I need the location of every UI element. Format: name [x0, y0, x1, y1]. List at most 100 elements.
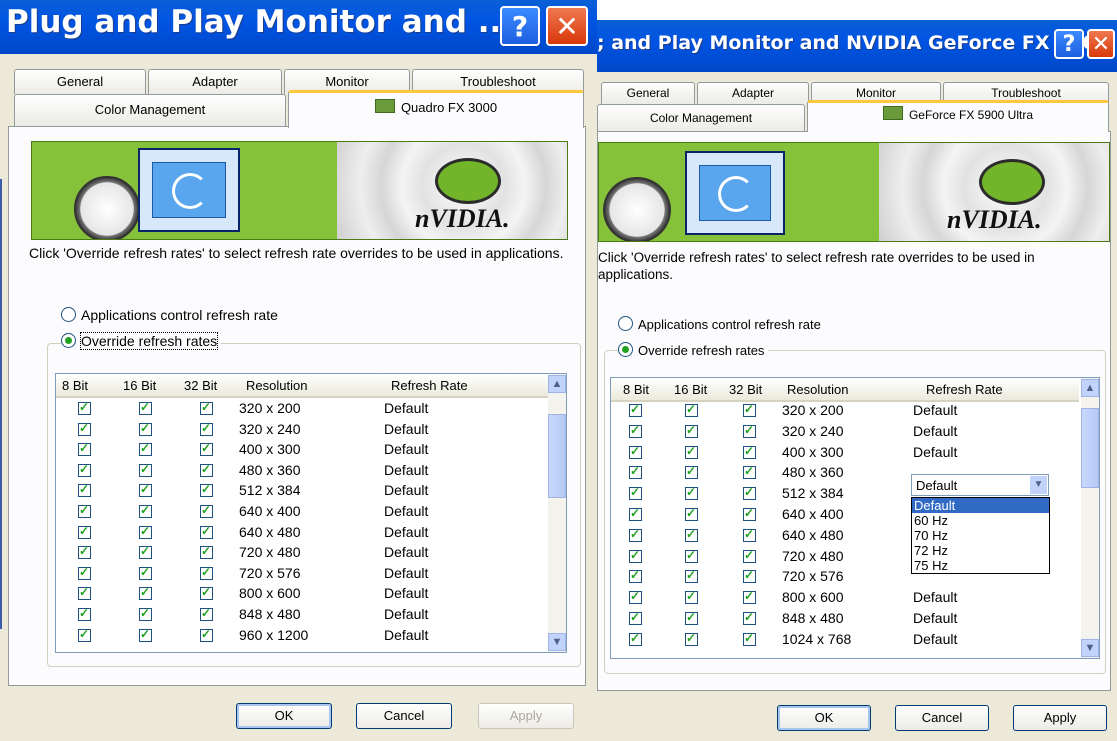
checkbox-8bit[interactable] [629, 464, 642, 480]
checkbox-8bit[interactable] [78, 524, 91, 539]
table-row[interactable]: 720 x 576 Default [56, 565, 566, 586]
checkbox-8bit[interactable] [629, 402, 642, 417]
chevron-down-icon[interactable]: ▼ [1030, 476, 1047, 494]
checkbox-16bit[interactable] [139, 544, 152, 560]
refresh-rate-cell[interactable]: Default [913, 402, 957, 418]
checkbox-32bit[interactable] [200, 544, 213, 560]
refresh-rate-cell[interactable]: Default [384, 503, 428, 519]
col-32bit[interactable]: 32 Bit [184, 378, 217, 393]
checkbox-32bit[interactable] [743, 631, 756, 646]
checkbox-8bit[interactable] [78, 400, 91, 415]
checkbox-16bit[interactable] [685, 631, 698, 646]
checkbox-32bit[interactable] [200, 441, 213, 457]
col-8bit[interactable]: 8 Bit [62, 378, 88, 393]
checkbox-32bit[interactable] [200, 421, 213, 436]
apply-button[interactable]: Apply [1013, 705, 1107, 731]
close-button[interactable]: ✕ [546, 6, 588, 46]
checkbox-32bit[interactable] [200, 524, 213, 539]
checkbox-8bit[interactable] [629, 548, 642, 563]
table-row[interactable]: 1024 x 768 Default [611, 631, 1099, 652]
dropdown-option[interactable]: 75 Hz [912, 558, 1049, 573]
tab-geforce-fx-5900-ultra[interactable]: GeForce FX 5900 Ultra [807, 100, 1109, 132]
table-row[interactable]: 640 x 480 Default [56, 524, 566, 545]
apply-button[interactable]: Apply [478, 703, 574, 729]
checkbox-8bit[interactable] [629, 610, 642, 625]
scroll-down-button[interactable]: ▼ [548, 633, 566, 651]
refresh-rate-cell[interactable]: Default [384, 524, 428, 540]
checkbox-32bit[interactable] [743, 444, 756, 459]
checkbox-8bit[interactable] [629, 631, 642, 646]
table-row[interactable]: 800 x 600 Default [611, 589, 1099, 610]
checkbox-8bit[interactable] [78, 482, 91, 498]
help-button[interactable]: ? [1054, 29, 1084, 59]
close-button[interactable]: ✕ [1087, 29, 1115, 59]
radio-override-refresh[interactable]: Override refresh rates [618, 342, 769, 358]
checkbox-16bit[interactable] [685, 506, 698, 521]
refresh-rate-cell[interactable]: Default [384, 585, 428, 601]
dropdown-option[interactable]: Default [912, 498, 1049, 513]
refresh-rate-cell[interactable]: Default [384, 400, 428, 416]
table-row[interactable]: 800 x 600 Default [56, 585, 566, 606]
checkbox-8bit[interactable] [629, 506, 642, 521]
checkbox-8bit[interactable] [629, 423, 642, 438]
refresh-rate-table[interactable]: 8 Bit 16 Bit 32 Bit Resolution Refresh R… [610, 377, 1100, 659]
tab-adapter[interactable]: Adapter [148, 69, 282, 94]
refresh-rate-cell[interactable]: Default [384, 565, 428, 581]
table-row[interactable]: 320 x 200 Default [611, 402, 1099, 423]
tab-color-management[interactable]: Color Management [14, 94, 286, 126]
checkbox-8bit[interactable] [629, 589, 642, 605]
refresh-rate-combobox[interactable]: Default ▼ [911, 474, 1049, 496]
checkbox-32bit[interactable] [743, 548, 756, 563]
checkbox-16bit[interactable] [685, 485, 698, 501]
checkbox-16bit[interactable] [685, 610, 698, 625]
tab-general[interactable]: General [601, 82, 695, 104]
refresh-rate-cell[interactable]: Default [384, 544, 428, 560]
refresh-rate-cell[interactable]: Default [913, 631, 957, 647]
scroll-up-button[interactable]: ▲ [1081, 379, 1099, 397]
col-16bit[interactable]: 16 Bit [674, 382, 707, 397]
tab-adapter[interactable]: Adapter [697, 82, 809, 104]
checkbox-32bit[interactable] [200, 585, 213, 601]
col-16bit[interactable]: 16 Bit [123, 378, 156, 393]
refresh-rate-cell[interactable]: Default [384, 421, 428, 437]
checkbox-16bit[interactable] [139, 462, 152, 477]
col-resolution[interactable]: Resolution [246, 378, 307, 393]
refresh-rate-cell[interactable]: Default [384, 462, 428, 478]
cancel-button[interactable]: Cancel [356, 703, 452, 729]
scroll-down-button[interactable]: ▼ [1081, 639, 1099, 657]
refresh-rate-cell[interactable]: Default [384, 627, 428, 643]
checkbox-8bit[interactable] [78, 565, 91, 580]
refresh-rate-cell[interactable]: Default [384, 606, 428, 622]
table-row[interactable]: 320 x 200 Default [56, 400, 566, 421]
radio-override-circle[interactable] [618, 342, 633, 357]
refresh-rate-cell[interactable]: Default [913, 444, 957, 460]
table-row[interactable]: 480 x 360 Default [56, 462, 566, 483]
checkbox-16bit[interactable] [139, 400, 152, 415]
checkbox-32bit[interactable] [743, 527, 756, 542]
checkbox-32bit[interactable] [743, 568, 756, 584]
dropdown-option[interactable]: 72 Hz [912, 543, 1049, 558]
refresh-rate-cell[interactable]: Default [913, 423, 957, 439]
col-32bit[interactable]: 32 Bit [729, 382, 762, 397]
scroll-thumb[interactable] [548, 414, 566, 498]
cancel-button[interactable]: Cancel [895, 705, 989, 731]
radio-apps-circle[interactable] [618, 316, 633, 331]
checkbox-32bit[interactable] [743, 589, 756, 605]
checkbox-8bit[interactable] [629, 444, 642, 459]
table-row[interactable]: 960 x 1200 Default [56, 627, 566, 648]
tab-quadro-fx-3000[interactable]: Quadro FX 3000 [288, 90, 584, 128]
refresh-rate-cell[interactable]: Default [384, 441, 428, 457]
checkbox-16bit[interactable] [685, 423, 698, 438]
radio-applications-control[interactable]: Applications control refresh rate [618, 316, 821, 332]
radio-apps-circle[interactable] [61, 307, 76, 322]
checkbox-32bit[interactable] [200, 482, 213, 498]
refresh-rate-table[interactable]: 8 Bit 16 Bit 32 Bit Resolution Refresh R… [55, 373, 567, 653]
checkbox-32bit[interactable] [200, 565, 213, 580]
checkbox-16bit[interactable] [685, 464, 698, 480]
checkbox-16bit[interactable] [685, 527, 698, 542]
checkbox-16bit[interactable] [139, 441, 152, 457]
checkbox-8bit[interactable] [629, 568, 642, 584]
checkbox-32bit[interactable] [743, 464, 756, 480]
table-row[interactable]: 512 x 384 Default [56, 482, 566, 503]
table-row[interactable]: 400 x 300 Default [611, 444, 1099, 465]
